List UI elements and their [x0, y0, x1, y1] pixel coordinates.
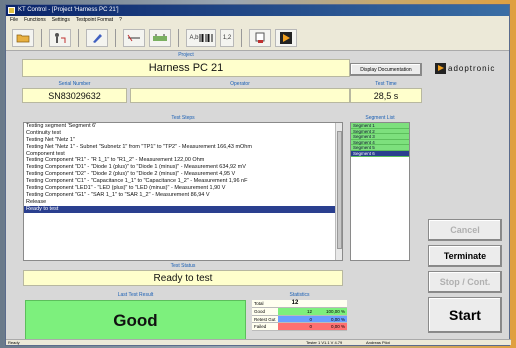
toolbar-separator [178, 28, 179, 47]
stats-pct: 0,00 % [314, 315, 347, 323]
stats-name: Total [252, 300, 278, 307]
main-window: KT Control - [Project 'Harness PC 21'] F… [5, 4, 511, 346]
test-step-row[interactable]: Testing Component "C1" - "Capacitance 1_… [24, 178, 342, 185]
serial-number-field: SN83029632 [22, 88, 127, 103]
stats-count: 0 [278, 315, 314, 323]
status-middle: Tester 1 V1.1 V 4.79 [306, 340, 343, 345]
edit-pen-icon [93, 33, 102, 43]
export-icon [255, 32, 265, 43]
stats-count: 12 [278, 300, 314, 307]
stats-name: Good [252, 307, 278, 315]
test-status-label: Test Status [170, 263, 196, 269]
status-bar: Ready Tester 1 V1.1 V 4.79 Andreas Pilot [6, 339, 511, 345]
ab-barcode-icon: A,b [189, 34, 199, 41]
ab-barcode-button[interactable]: A,b [186, 28, 216, 47]
adoptronic-logo-icon [435, 63, 446, 74]
status-left: Ready [8, 340, 20, 345]
terminate-button[interactable]: Terminate [428, 245, 502, 267]
stats-name: Retest Gut [252, 315, 278, 323]
stats-pct: 0,00 % [314, 323, 347, 331]
stats-row-good: Good 12 100,00 % [252, 307, 347, 316]
test-step-row[interactable]: Testing segment 'Segment 6' [24, 123, 342, 130]
play-icon [280, 31, 292, 44]
menu-bar: File Functions Settings Testpoint Format… [6, 16, 509, 25]
menu-help[interactable]: ? [119, 16, 122, 25]
operator-field [130, 88, 350, 103]
test-step-row[interactable]: Testing Component "LED1" - "LED (plus)" … [24, 185, 342, 192]
menu-functions[interactable]: Functions [24, 16, 46, 25]
test-step-row-selected[interactable]: Ready to test [24, 205, 342, 213]
logo-text: adoptronic [448, 64, 496, 73]
test-step-row[interactable]: Testing Net "Netz 1" - Subnet "Subnetz 1… [24, 144, 342, 151]
stats-pct: 100,00 % [314, 307, 347, 315]
stats-row-retest: Retest Gut 0 0,00 % [252, 315, 347, 324]
project-field: Harness PC 21 [22, 59, 350, 77]
test-probe-icon [55, 32, 66, 43]
test-probe-button[interactable] [49, 28, 71, 47]
test-step-row[interactable]: Component test [24, 151, 342, 158]
barcode-icon [199, 33, 212, 42]
last-test-result-label: Last Test Result [117, 292, 154, 298]
edit-button[interactable] [86, 28, 108, 47]
stats-row-total: Total 12 [252, 300, 347, 308]
one-two-icon: 1,2 [222, 34, 232, 41]
app-icon [8, 7, 15, 14]
export-button[interactable] [249, 28, 271, 47]
wire-icon [127, 34, 140, 41]
test-step-row[interactable]: Testing Component "R1" - "R 1_1" to "R1_… [24, 157, 342, 164]
menu-testpoint-format[interactable]: Testpoint Format [76, 16, 113, 25]
test-step-row[interactable]: Testing Component "G1" - "SAR 1_1" to "S… [24, 192, 342, 199]
test-step-row[interactable]: Testing Component "D2" - "Diode 2 (plus)… [24, 171, 342, 178]
last-test-result-field: Good [25, 300, 246, 340]
segment-item-selected[interactable]: Segment 6 [351, 150, 409, 157]
stats-pct [314, 300, 347, 307]
stats-count: 12 [278, 307, 314, 315]
play-button[interactable] [275, 28, 297, 47]
test-steps-list[interactable]: Testing segment 'Segment 6' Continuity t… [23, 122, 343, 261]
segment-list[interactable]: Segment 1 Segment 2 Segment 3 Segment 4 … [350, 122, 410, 261]
serial-number-label: Serial Number [58, 81, 91, 87]
test-step-row[interactable]: Testing Component "D1" - "Diode 1 (plus)… [24, 164, 342, 171]
title-bar: KT Control - [Project 'Harness PC 21'] [6, 5, 509, 16]
test-steps-scrollbar[interactable] [335, 123, 342, 260]
test-time-label: Test Time [375, 81, 397, 87]
test-status-field: Ready to test [23, 270, 343, 286]
test-step-row[interactable]: Testing Net "Netz 1" [24, 137, 342, 144]
test-step-row[interactable]: Continuity test [24, 130, 342, 137]
wire-button[interactable] [123, 28, 145, 47]
start-button[interactable]: Start [428, 297, 502, 333]
toolbar-separator [241, 28, 242, 47]
one-two-button[interactable]: 1,2 [220, 28, 234, 47]
adoptronic-logo: adoptronic [435, 63, 495, 74]
stats-name: Failed [252, 323, 278, 331]
segment-list-label: Segment List [365, 115, 395, 121]
menu-settings[interactable]: Settings [52, 16, 70, 25]
statistics-label: Statistics [289, 292, 310, 298]
project-label: Project [178, 52, 194, 58]
test-time-field: 28,5 s [350, 88, 422, 103]
toolbar: A,b 1,2 [6, 25, 509, 51]
test-steps-label: Test Steps [171, 115, 195, 121]
network-icon [153, 33, 167, 41]
open-folder-button[interactable] [12, 28, 34, 47]
menu-file[interactable]: File [10, 16, 18, 25]
cancel-button[interactable]: Cancel [428, 219, 502, 241]
status-right: Andreas Pilot [366, 340, 390, 345]
statistics-table: Total 12 Good 12 100,00 % Retest Gut 0 0… [252, 300, 347, 340]
network-button[interactable] [149, 28, 171, 47]
scrollbar-thumb[interactable] [337, 131, 342, 249]
open-folder-icon [16, 34, 30, 43]
toolbar-separator [78, 28, 79, 47]
test-step-row[interactable]: Release [24, 199, 342, 206]
stop-continue-button[interactable]: Stop / Cont. [428, 271, 502, 293]
operator-label: Operator [230, 81, 250, 87]
stats-row-failed: Failed 0 0,00 % [252, 323, 347, 332]
window-title: KT Control - [Project 'Harness PC 21'] [18, 7, 119, 13]
stats-count: 0 [278, 323, 314, 331]
toolbar-separator [41, 28, 42, 47]
display-documentation-button[interactable]: Display Documentation [350, 63, 422, 76]
toolbar-separator [115, 28, 116, 47]
